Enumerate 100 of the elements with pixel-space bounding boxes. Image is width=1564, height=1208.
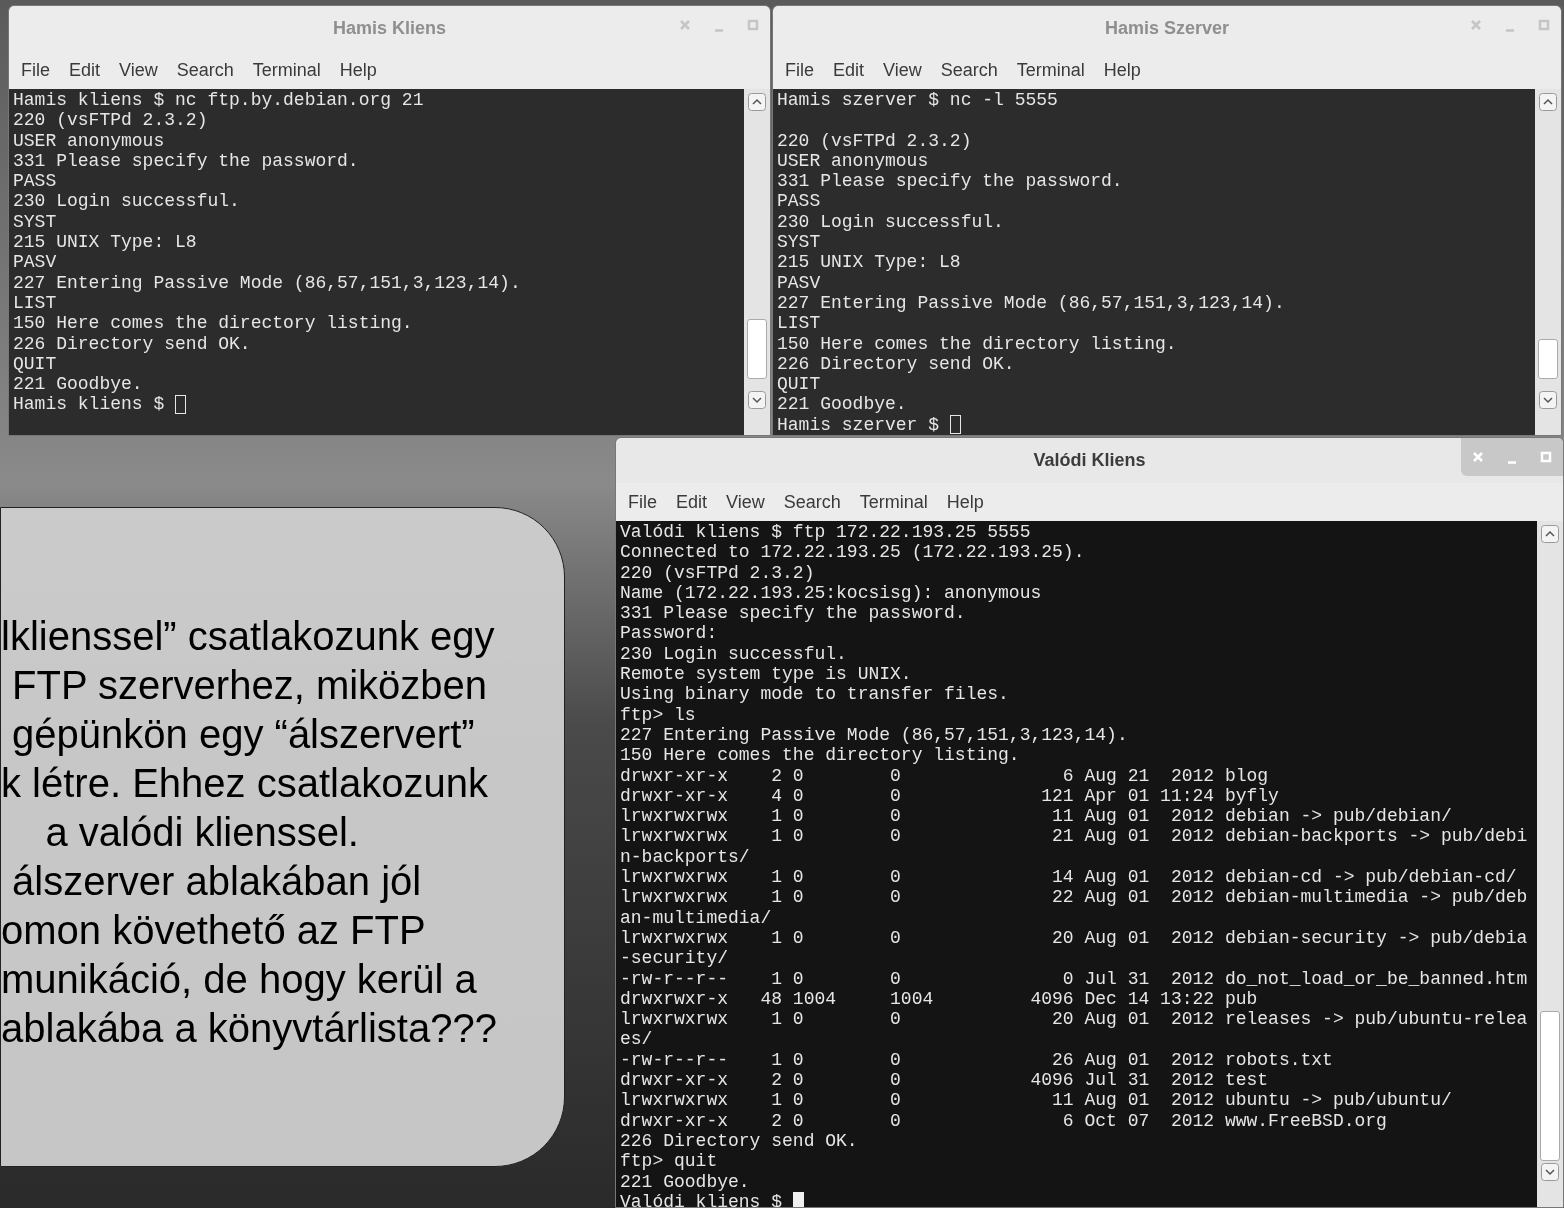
terminal-line: 150 Here comes the directory listing. <box>620 745 1020 766</box>
terminal-line: 331 Please specify the password. <box>13 150 359 172</box>
menu-item[interactable]: Search <box>940 56 998 84</box>
terminal-line: 221 Goodbye. <box>777 394 907 415</box>
terminal-line: Valódi kliens $ ftp 172.22.193.25 5555 <box>620 522 1031 543</box>
terminal-line: 215 UNIX Type: L8 <box>777 252 961 273</box>
menu-item[interactable]: File <box>21 56 50 84</box>
menu-item[interactable]: Terminal <box>1016 56 1085 84</box>
terminal-line: Hamis kliens $ nc ftp.by.debian.org 21 <box>13 90 424 111</box>
terminal-line: PASS <box>777 191 821 212</box>
terminal-line: Hamis kliens $ <box>13 394 166 415</box>
callout-text: lklienssel” csatlakozunk egy FTP szerverhez, miközben gépünkön egy “álszervert” k létre. Ehhez csatlakozunk a valódi klienssel. álszerver ablakában jól omon követhető az FTP munikáció, de hogy kerül a ablakába a könyvtárlista??? <box>1 612 498 1052</box>
terminal-line: lrwxrwxrwx 1 0 0 20 Aug 01 2012 releases -> pub/ubuntu-relea <box>620 1009 1528 1030</box>
menu-item[interactable]: Terminal <box>859 488 928 516</box>
maximize-icon <box>745 17 761 33</box>
terminal-line: QUIT <box>13 353 57 375</box>
terminal-line: ftp> quit <box>620 1151 718 1172</box>
terminal-line: drwxrwxr-x 48 1004 1004 4096 Dec 14 13:22 pub <box>620 988 1258 1010</box>
terminal-line: ftp> ls <box>620 704 696 725</box>
window-title: Valódi Kliens <box>1033 449 1146 472</box>
scroll-down-icon[interactable] <box>748 391 766 409</box>
terminal-line: lrwxrwxrwx 1 0 0 21 Aug 01 2012 debian-backports -> pub/debi <box>620 826 1528 847</box>
terminal-line: 227 Entering Passive Mode (86,57,151,3,123,14). <box>777 292 1285 314</box>
menu-item[interactable]: Edit <box>69 56 101 84</box>
terminal-line: 221 Goodbye. <box>620 1171 750 1192</box>
terminal-line: lrwxrwxrwx 1 0 0 11 Aug 01 2012 debian -> pub/debian/ <box>620 806 1452 827</box>
terminal-line: 150 Here comes the directory listing. <box>777 333 1177 354</box>
terminal-line: drwxr-xr-x 2 0 0 6 Oct 07 2012 www.FreeBSD.org <box>620 1110 1387 1131</box>
terminal-line: 227 Entering Passive Mode (86,57,151,3,123,14). <box>620 724 1128 746</box>
menu-item[interactable]: View <box>883 56 922 84</box>
terminal-line: 230 Login successful. <box>620 643 847 665</box>
menu-item[interactable]: View <box>119 56 158 84</box>
menu-item[interactable]: Edit <box>833 56 865 84</box>
terminal-line: an-multimedia/ <box>620 907 772 928</box>
terminal-line: 331 Please specify the password. <box>620 603 966 624</box>
terminal-line: 150 Here comes the directory listing. <box>13 313 413 334</box>
maximize-icon <box>1536 17 1552 33</box>
scroll-thumb[interactable] <box>1540 1011 1560 1161</box>
terminal-line: 230 Login successful. <box>777 211 1004 233</box>
terminal-line: lrwxrwxrwx 1 0 0 22 Aug 01 2012 debian-multimedia -> pub/deb <box>620 887 1528 908</box>
scroll-up-icon[interactable] <box>1539 93 1557 111</box>
terminal-line: 221 Goodbye. <box>13 374 143 395</box>
terminal-line: 226 Directory send OK. <box>13 333 251 354</box>
terminal-line: SYST <box>777 232 821 253</box>
terminal-line: 230 Login successful. <box>13 191 240 212</box>
terminal-line: es/ <box>620 1029 653 1050</box>
menu-item[interactable]: Edit <box>676 488 708 516</box>
menu-item[interactable]: Search <box>783 488 841 516</box>
terminal-line: LIST <box>13 292 57 314</box>
terminal-line: Hamis szerver $ nc -l 5555 <box>777 90 1058 111</box>
terminal-line: LIST <box>777 313 821 334</box>
terminal-line: lrwxrwxrwx 1 0 0 11 Aug 01 2012 ubuntu -> pub/ubuntu/ <box>620 1090 1452 1111</box>
terminal-line: USER anonymous <box>13 130 165 151</box>
menu-item[interactable]: Help <box>339 56 377 84</box>
terminal-line: drwxr-xr-x 2 0 0 4096 Jul 31 2012 test <box>620 1070 1269 1091</box>
menu-item[interactable]: Search <box>176 56 234 84</box>
terminal-line: Connected to 172.22.193.25 (172.22.193.25). <box>620 542 1085 563</box>
terminal-line: 331 Please specify the password. <box>777 171 1123 192</box>
terminal-line: 215 UNIX Type: L8 <box>13 232 197 253</box>
terminal-line: PASS <box>13 171 57 192</box>
scroll-up-icon[interactable] <box>1541 525 1559 543</box>
menu-item[interactable]: View <box>726 488 765 516</box>
terminal-line: Remote system type is UNIX. <box>620 664 912 685</box>
scroll-thumb[interactable] <box>1538 339 1558 379</box>
terminal-line: drwxr-xr-x 4 0 0 121 Apr 01 11:24 byfly <box>620 785 1279 807</box>
terminal-line: 220 (vsFTPd 2.3.2) <box>13 110 208 131</box>
scroll-down-icon[interactable] <box>1541 1163 1559 1181</box>
menu-item[interactable]: Terminal <box>252 56 321 84</box>
menu-item[interactable]: Help <box>1103 56 1141 84</box>
terminal-line: SYST <box>13 211 57 233</box>
scroll-thumb[interactable] <box>747 319 767 379</box>
window-title: Hamis Szerver <box>1104 17 1230 40</box>
terminal-line: drwxr-xr-x 2 0 0 6 Aug 21 2012 blog <box>620 765 1269 786</box>
terminal-line: 226 Directory send OK. <box>620 1130 858 1152</box>
terminal-line: 227 Entering Passive Mode (86,57,151,3,123,14). <box>13 272 521 293</box>
terminal-line: QUIT <box>777 374 821 395</box>
scrollbar[interactable] <box>744 89 770 435</box>
terminal-line: -rw-r--r-- 1 0 0 26 Aug 01 2012 robots.txt <box>620 1049 1333 1070</box>
terminal-line: n-backports/ <box>620 846 750 868</box>
terminal-line: lrwxrwxrwx 1 0 0 14 Aug 01 2012 debian-cd -> pub/debian-cd/ <box>620 867 1517 888</box>
menu-item[interactable]: File <box>628 488 657 516</box>
terminal-line: PASV <box>13 252 57 273</box>
scrollbar[interactable] <box>1535 89 1561 435</box>
menu-item[interactable]: File <box>785 56 814 84</box>
scrollbar[interactable] <box>1537 521 1563 1207</box>
terminal-line: Name (172.22.193.25:kocsisg): anonymous <box>620 582 1042 604</box>
terminal-line: 226 Directory send OK. <box>777 353 1015 375</box>
scroll-up-icon[interactable] <box>748 93 766 111</box>
scroll-down-icon[interactable] <box>1539 391 1557 409</box>
terminal-line: USER anonymous <box>777 150 929 172</box>
terminal-line: Password: <box>620 623 718 644</box>
terminal-line: PASV <box>777 272 821 293</box>
window-title: Hamis Kliens <box>332 17 446 40</box>
terminal-line: -rw-r--r-- 1 0 0 0 Jul 31 2012 do_not_load_or_be_banned.htm <box>620 968 1528 989</box>
terminal-line: -security/ <box>620 948 729 969</box>
menu-item[interactable]: Help <box>946 488 984 516</box>
terminal-line: 220 (vsFTPd 2.3.2) <box>777 130 972 151</box>
maximize-icon <box>1538 449 1554 465</box>
terminal-line: Using binary mode to transfer files. <box>620 684 1009 705</box>
terminal-line: lrwxrwxrwx 1 0 0 20 Aug 01 2012 debian-security -> pub/debia <box>620 927 1528 949</box>
